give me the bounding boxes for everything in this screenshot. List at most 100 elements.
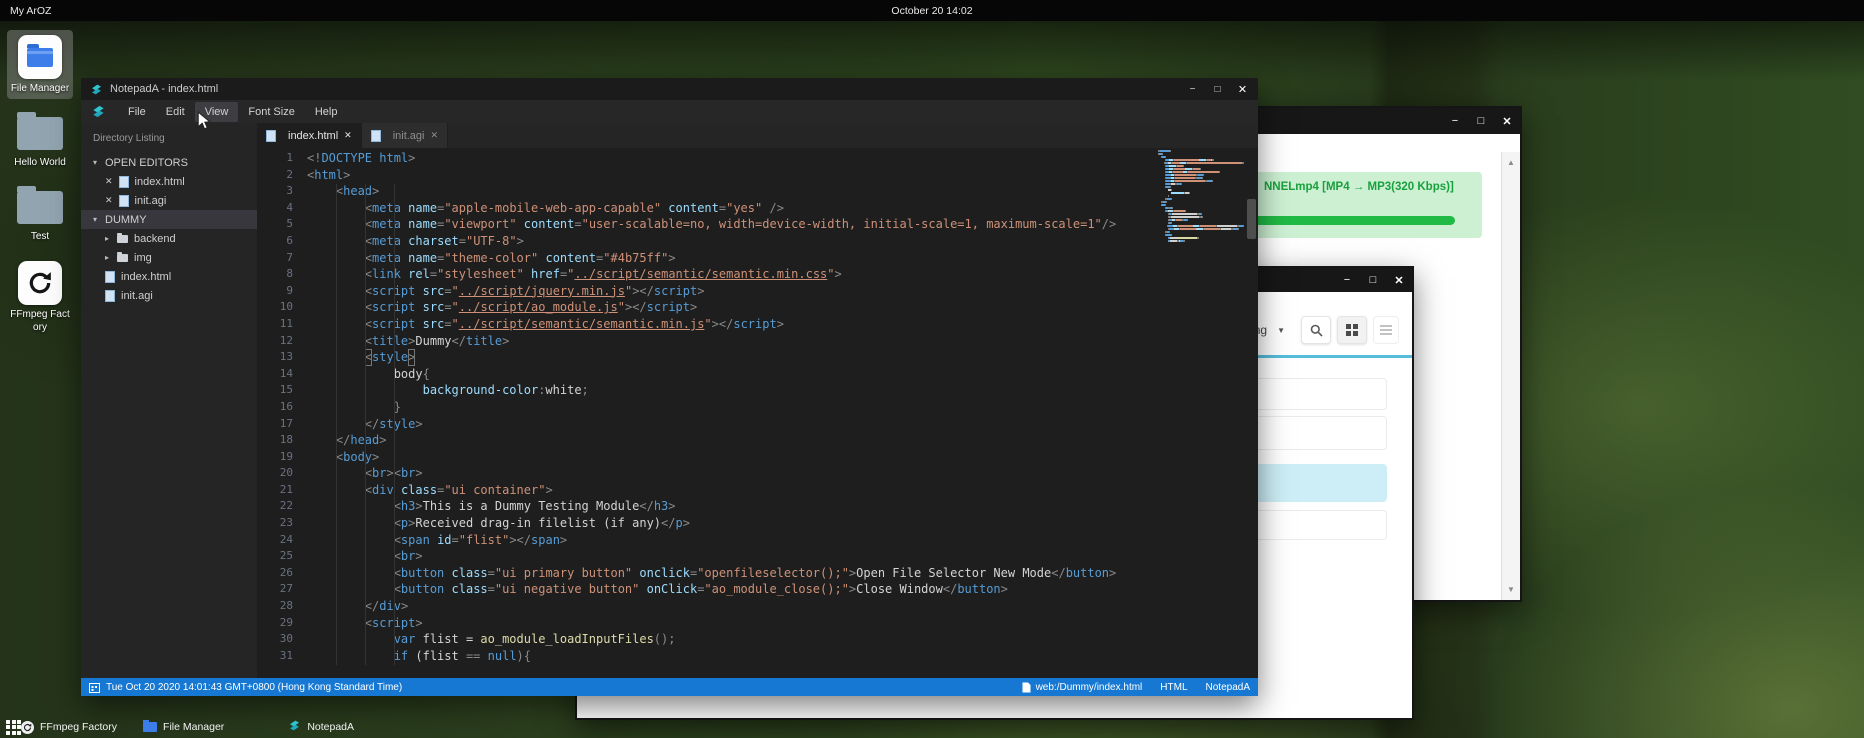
desktop-icon-ffmpeg-factory[interactable]: FFmpeg Factory [7,256,73,338]
minimap-line [1158,201,1244,203]
code-line: 22 <h3>This is a Dummy Testing Module</h… [257,498,1156,515]
sidebar-item-init-agi[interactable]: init.agi [81,286,257,305]
code-line: 5 <meta name="viewport" content="user-sc… [257,216,1156,233]
notepada-menubar: FileEditViewFont SizeHelp [81,100,1258,123]
tab-index-html[interactable]: index.html ✕ [257,123,362,148]
scroll-up-icon[interactable]: ▲ [1502,158,1520,167]
sidebar-item-backend[interactable]: ▸backend [81,229,257,248]
close-icon[interactable]: ✕ [1386,274,1412,287]
status-app-name: NotepadA [1206,682,1250,693]
notepada-window-controls: − □ ✕ [1180,83,1258,96]
taskbar-item-notepada[interactable]: NotepadA [288,719,354,735]
status-language[interactable]: HTML [1160,682,1187,693]
sidebar-item-init-agi[interactable]: ✕ init.agi [81,191,257,210]
line-number: 5 [257,216,293,233]
search-icon [1310,324,1323,337]
taskbar-item-ffmpeg-factory[interactable]: FFmpeg Factory [21,721,117,734]
line-number: 12 [257,333,293,350]
close-icon[interactable]: ✕ [1494,115,1520,128]
taskbar-item-label: File Manager [163,721,224,733]
line-number: 9 [257,283,293,300]
minimize-icon[interactable]: − [1180,84,1205,95]
recycle-arrows-icon [27,270,53,296]
desktop-icon-hello-world[interactable]: Hello World [7,108,73,173]
notepada-statusbar: Tue Oct 20 2020 14:01:43 GMT+0800 (Hong … [81,678,1258,696]
scroll-down-icon[interactable]: ▼ [1502,585,1520,594]
ffmpeg-app-icon [21,721,34,734]
search-button[interactable] [1301,316,1331,344]
notepada-titlebar[interactable]: NotepadA - index.html − □ ✕ [81,78,1258,100]
list-view-button[interactable] [1373,316,1399,344]
maximize-icon[interactable]: □ [1205,84,1230,95]
minimize-icon[interactable]: − [1442,115,1468,127]
chevron-right-icon[interactable]: ▸ [105,234,117,243]
code-area[interactable]: 1<!DOCTYPE html>2<html>3 <head>4 <meta n… [257,148,1156,678]
menu-view[interactable]: View [195,102,239,122]
line-number: 24 [257,532,293,549]
item-label: img [134,252,152,264]
notepada-logo-icon [91,104,106,119]
chevron-right-icon[interactable]: ▸ [105,253,117,262]
minimap-line [1158,219,1244,221]
menu-edit[interactable]: Edit [156,102,195,122]
menu-file[interactable]: File [118,102,156,122]
minimap-line [1158,180,1244,182]
maximize-icon[interactable]: □ [1360,274,1386,286]
item-label: init.agi [135,195,167,207]
sidebar-item-img[interactable]: ▸ img [81,248,257,267]
minimap-line [1158,156,1244,158]
scrollbar-thumb[interactable] [1247,199,1256,239]
line-number: 18 [257,432,293,449]
minimap-line [1158,159,1244,161]
line-number: 10 [257,299,293,316]
item-label: index.html [135,176,185,188]
taskbar-item-label: FFmpeg Factory [40,721,117,733]
line-number: 13 [257,349,293,366]
line-number: 25 [257,548,293,565]
apps-grid-icon[interactable] [6,720,21,735]
file-icon [119,195,129,207]
status-file-path[interactable]: web:/Dummy/index.html [1036,682,1143,693]
close-icon[interactable]: ✕ [430,130,438,141]
editor-tabs: index.html✕init.agi✕ [257,123,1258,148]
minimap-line [1158,192,1244,194]
folder-icon [117,254,128,262]
maximize-icon[interactable]: □ [1468,115,1494,127]
sidebar-item-index-html[interactable]: index.html [81,267,257,286]
sidebar-section-open-editors[interactable]: ▾OPEN EDITORS [81,153,257,172]
sidebar-item-index-html[interactable]: ✕ index.html [81,172,257,191]
file-icon [119,176,129,188]
line-number: 14 [257,366,293,383]
menu-help[interactable]: Help [305,102,348,122]
ffmpeg-window-controls: − □ ✕ [1442,115,1520,128]
minimize-icon[interactable]: − [1334,274,1360,286]
minimap-line [1158,195,1244,197]
code-line: 23 <p>Received drag-in filelist (if any)… [257,515,1156,532]
close-icon[interactable]: ✕ [105,176,113,187]
close-icon[interactable]: ✕ [344,130,352,141]
close-icon[interactable]: ✕ [1230,83,1255,96]
minimap[interactable] [1158,150,1244,243]
desktop-icon-file-manager[interactable]: File Manager [7,30,73,99]
desktop-icon-test[interactable]: Test [7,182,73,247]
line-number: 28 [257,598,293,615]
aroz-brand[interactable]: My ArOZ [10,5,51,17]
tab-label: index.html [288,130,338,142]
file-icon [266,130,276,142]
code-line: 2<html> [257,167,1156,184]
file-tree: ▾OPEN EDITORS✕index.html✕init.agi▾DUMMY▸… [81,153,257,305]
line-number: 11 [257,316,293,333]
line-number: 19 [257,449,293,466]
item-label: init.agi [121,290,153,302]
taskbar-item-file-manager[interactable]: File Manager [143,721,224,733]
tab-init-agi[interactable]: init.agi✕ [362,123,448,148]
grid-view-button[interactable] [1337,316,1367,344]
sidebar-header: Directory Listing [81,123,257,153]
menu-font-size[interactable]: Font Size [238,102,304,122]
close-icon[interactable]: ✕ [105,195,113,206]
code-line: 12 <title>Dummy</title> [257,333,1156,350]
scrollbar[interactable]: ▲ ▼ [1501,152,1520,600]
sidebar-section-dummy[interactable]: ▾DUMMY [81,210,257,229]
line-number: 16 [257,399,293,416]
taskbar-items: FFmpeg Factory File Manager NotepadA [21,719,354,735]
